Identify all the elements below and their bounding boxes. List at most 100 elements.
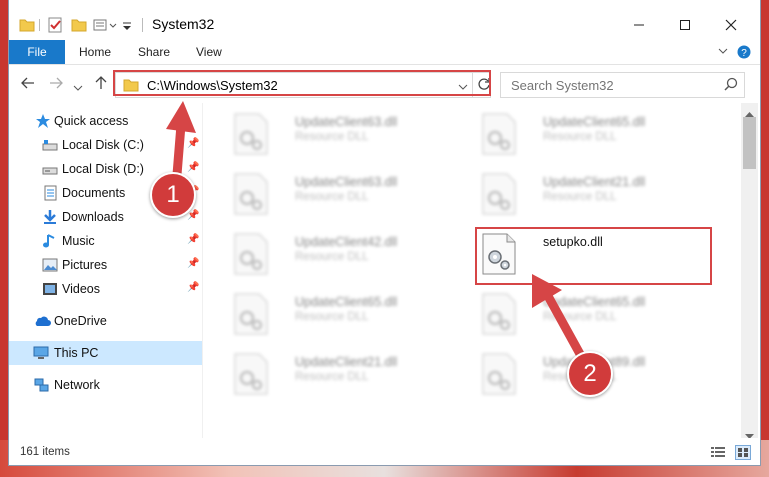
maximize-button[interactable] [671, 14, 699, 36]
title-bar: System32 [9, 0, 760, 40]
file-name: UpdateClient65.dll [295, 295, 398, 309]
window-title: System32 [152, 16, 215, 32]
search-icon[interactable] [724, 77, 738, 94]
file-highlight-box [475, 227, 712, 285]
dll-file-icon [481, 173, 517, 215]
file-type: Resource DLL [295, 371, 369, 383]
pin-icon[interactable]: 📌 [187, 234, 199, 245]
file-item[interactable]: UpdateClient21.dll Resource DLL [477, 169, 712, 215]
sidebar-item-quick-access[interactable]: Quick access [9, 109, 202, 133]
file-item[interactable]: UpdateClient65.dll Resource DLL [229, 289, 464, 335]
customize-toolbar-icon[interactable] [121, 17, 133, 33]
title-separator [142, 18, 143, 32]
pin-icon[interactable]: 📌 [187, 162, 199, 173]
sidebar-item-this-pc[interactable]: This PC [9, 341, 202, 365]
pictures-icon [42, 257, 58, 273]
download-icon [42, 209, 58, 225]
forward-arrow-icon[interactable] [49, 76, 63, 95]
music-icon [42, 233, 58, 249]
search-box[interactable] [500, 72, 745, 98]
explorer-window: System32 File Home Share View ? C:\Windo… [9, 0, 760, 465]
sidebar-item-music[interactable]: Music 📌 [9, 229, 202, 253]
item-count: 161 items [20, 446, 70, 458]
sidebar-item-label: Network [54, 378, 100, 392]
file-name: UpdateClient21.dll [543, 175, 646, 189]
pane-divider[interactable] [202, 103, 203, 438]
tab-file[interactable]: File [9, 40, 65, 64]
search-input[interactable] [509, 77, 713, 94]
file-type: Resource DLL [295, 191, 369, 203]
computer-icon [33, 345, 49, 361]
tab-home[interactable]: Home [79, 40, 111, 64]
file-item[interactable]: UpdateClient65.dll Resource DLL [477, 289, 712, 335]
ribbon-tabs: File Home Share View ? [9, 40, 760, 65]
scrollbar-thumb[interactable] [743, 117, 756, 169]
dll-file-icon [481, 113, 517, 155]
folder-icon [123, 77, 139, 96]
sidebar-item-pictures[interactable]: Pictures 📌 [9, 253, 202, 277]
dll-file-icon [233, 353, 269, 395]
file-item[interactable]: UpdateClient21.dll Resource DLL [229, 349, 464, 395]
help-icon[interactable]: ? [737, 45, 751, 62]
dll-file-icon [233, 173, 269, 215]
details-view-icon[interactable] [711, 446, 725, 461]
folder-icon [19, 17, 35, 33]
close-button[interactable] [717, 14, 745, 36]
sidebar-item-onedrive[interactable]: OneDrive [9, 309, 202, 333]
sidebar-item-label: Quick access [54, 114, 129, 128]
sidebar-item-label: This PC [54, 346, 99, 360]
sidebar-item-network[interactable]: Network [9, 373, 202, 397]
step-badge-1: 1 [150, 172, 196, 218]
sidebar-item-label: Videos [62, 282, 100, 296]
address-dropdown-icon[interactable] [458, 80, 468, 94]
file-item[interactable]: UpdateClient42.dll Resource DLL [229, 229, 464, 275]
dll-file-icon [481, 293, 517, 335]
new-folder-icon[interactable] [71, 17, 87, 33]
file-type: Resource DLL [295, 311, 369, 323]
address-path[interactable]: C:\Windows\System32 [147, 78, 278, 93]
file-item[interactable]: UpdateClient63.dll Resource DLL [229, 169, 464, 215]
file-type: Resource DLL [543, 131, 617, 143]
tab-share[interactable]: Share [138, 40, 170, 64]
drive-icon [42, 161, 58, 177]
refresh-icon[interactable] [477, 77, 491, 94]
pin-icon[interactable]: 📌 [187, 282, 199, 293]
expand-ribbon-icon[interactable] [717, 45, 729, 60]
sidebar-item-videos[interactable]: Videos 📌 [9, 277, 202, 301]
videos-icon [42, 281, 58, 297]
svg-text:?: ? [741, 48, 747, 59]
address-divider [472, 73, 473, 97]
status-bar: 161 items [9, 438, 760, 465]
file-item[interactable]: UpdateClient65.dll Resource DLL [477, 109, 712, 155]
address-bar[interactable]: C:\Windows\System32 [115, 72, 491, 98]
back-arrow-icon[interactable] [21, 76, 35, 95]
drive-icon [42, 137, 58, 153]
file-name: UpdateClient65.dll [543, 295, 646, 309]
view-options-icon[interactable] [93, 17, 119, 33]
sidebar-item-label: OneDrive [54, 314, 107, 328]
recent-dropdown-icon[interactable] [73, 79, 83, 97]
properties-icon[interactable] [47, 17, 63, 33]
file-name: UpdateClient63.dll [295, 175, 398, 189]
file-name: UpdateClient63.dll [295, 115, 398, 129]
tab-view[interactable]: View [196, 40, 222, 64]
file-name: UpdateClient65.dll [543, 115, 646, 129]
separator [39, 19, 40, 31]
dll-file-icon [233, 293, 269, 335]
file-name: UpdateClient42.dll [295, 235, 398, 249]
minimize-button[interactable] [625, 14, 653, 36]
large-icons-view-icon[interactable] [735, 445, 751, 460]
pin-icon[interactable]: 📌 [187, 138, 199, 149]
cloud-icon [33, 313, 51, 329]
file-type: Resource DLL [295, 251, 369, 263]
pin-icon[interactable]: 📌 [187, 258, 199, 269]
vertical-scrollbar[interactable] [741, 103, 758, 439]
up-arrow-icon[interactable] [94, 76, 108, 95]
sidebar-item-label: Music [62, 234, 95, 248]
file-type: Resource DLL [295, 131, 369, 143]
file-item[interactable]: UpdateClient63.dll Resource DLL [229, 109, 464, 155]
dll-file-icon [481, 353, 517, 395]
file-type: Resource DLL [543, 191, 617, 203]
navigation-pane: Quick access Local Disk (C:) 📌 Local Dis… [9, 103, 209, 438]
sidebar-item-local-disk-c[interactable]: Local Disk (C:) 📌 [9, 133, 202, 157]
